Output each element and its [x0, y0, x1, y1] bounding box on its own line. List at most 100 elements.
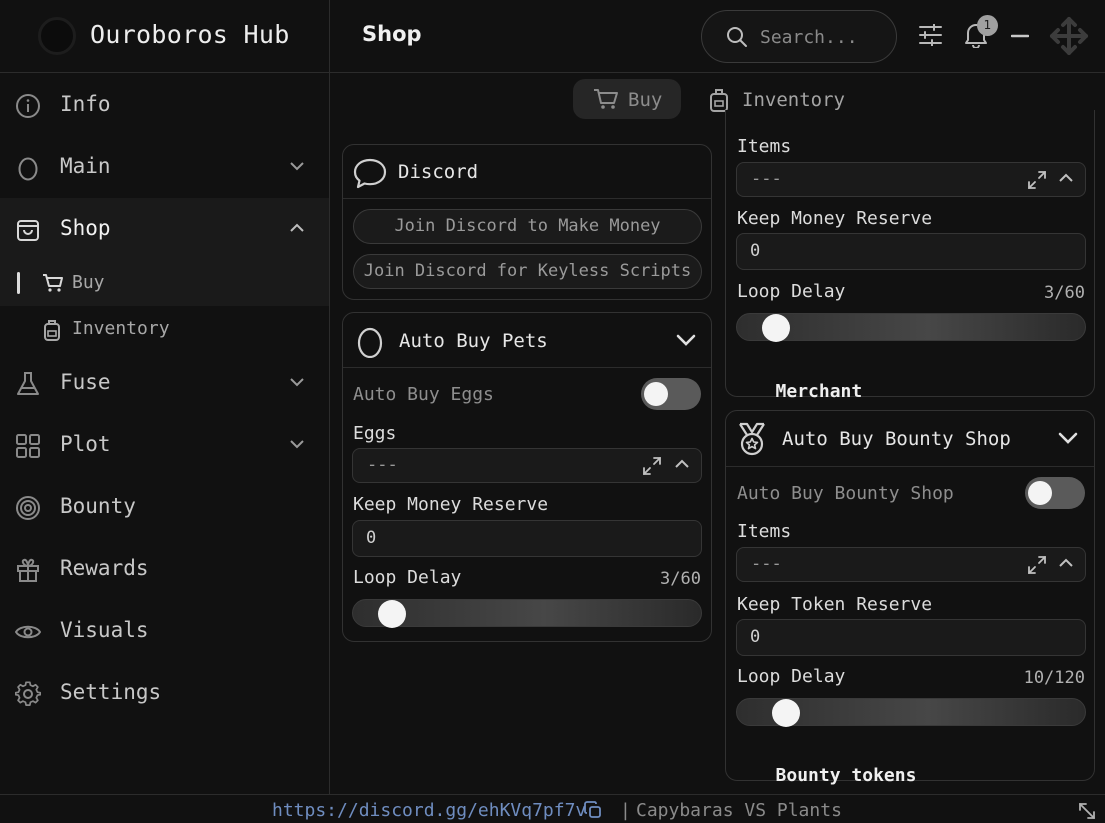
- sidebar: Info Main Shop Buy Inventory Fuse Plot B…: [0, 73, 330, 794]
- sidebar-item-bounty[interactable]: Bounty: [0, 476, 329, 538]
- expand-icon[interactable]: [1026, 554, 1048, 576]
- keep-token-reserve-input-box[interactable]: [736, 619, 1086, 656]
- sidebar-item-label: Info: [60, 92, 111, 116]
- drag-move-icon[interactable]: [1049, 16, 1089, 56]
- discord-invite-link[interactable]: https://discord.gg/ehKVq7pf7v: [272, 800, 586, 821]
- sidebar-item-label: Rewards: [60, 556, 149, 580]
- dropdown-value: ---: [751, 554, 782, 574]
- medal-icon: [736, 422, 768, 456]
- keep-money-reserve-input[interactable]: [366, 528, 566, 548]
- eggs-dropdown[interactable]: ---: [352, 448, 702, 483]
- eggs-label: Eggs: [353, 423, 397, 444]
- minimize-icon[interactable]: [1011, 34, 1029, 38]
- search-icon: [726, 26, 748, 48]
- auto-buy-eggs-label: Auto Buy Eggs: [353, 384, 494, 405]
- toggle-knob: [644, 382, 668, 406]
- tab-buy[interactable]: Buy: [573, 79, 681, 119]
- chat-bubble-icon: [353, 157, 387, 189]
- dropdown-value: ---: [751, 169, 782, 189]
- search-input[interactable]: [760, 25, 880, 49]
- expand-icon[interactable]: [1026, 169, 1048, 191]
- sidebar-header: Ouroboros Hub: [0, 0, 330, 73]
- egg-icon: [356, 326, 384, 358]
- filters-icon[interactable]: [919, 24, 942, 46]
- card-title: Auto Buy Pets: [399, 330, 548, 352]
- copy-icon[interactable]: [584, 801, 602, 819]
- sidebar-item-label: Fuse: [60, 370, 111, 394]
- loop-delay-slider[interactable]: [352, 599, 702, 628]
- sidebar-item-rewards[interactable]: Rewards: [0, 538, 329, 600]
- dropdown-value: ---: [367, 455, 398, 475]
- sidebar-item-visuals[interactable]: Visuals: [0, 600, 329, 662]
- merchant-card: Items --- Keep Money Reserve Loop Delay …: [725, 110, 1095, 444]
- search-box[interactable]: [701, 10, 897, 63]
- chevron-down-icon: [289, 439, 305, 449]
- info-icon: [15, 93, 41, 119]
- resize-icon[interactable]: [1077, 801, 1097, 821]
- bounty-tokens-key: Bounty tokens: [775, 765, 917, 786]
- target-icon: [15, 495, 41, 521]
- merchant-reserve-input-box[interactable]: [736, 233, 1086, 270]
- loop-delay-value: 3/60: [1044, 283, 1085, 303]
- auto-buy-bounty-shop-toggle[interactable]: [1025, 477, 1085, 509]
- sidebar-item-label: Shop: [60, 216, 111, 240]
- slider-knob[interactable]: [762, 314, 790, 342]
- join-discord-keyless-button[interactable]: Join Discord for Keyless Scripts: [353, 254, 702, 289]
- egg-icon: [15, 155, 41, 181]
- footer-separator: |: [620, 800, 631, 821]
- flask-icon: [15, 371, 41, 397]
- expand-icon[interactable]: [641, 455, 663, 477]
- keep-money-reserve-input-box[interactable]: [352, 520, 702, 557]
- items-label: Items: [737, 521, 792, 542]
- loop-delay-label: Loop Delay: [737, 666, 846, 687]
- notification-badge: 1: [977, 15, 998, 36]
- merchant-loop-delay-slider[interactable]: [736, 313, 1086, 342]
- card-title: Auto Buy Bounty Shop: [782, 428, 1011, 450]
- keep-money-reserve-label: Keep Money Reserve: [737, 208, 933, 229]
- bounty-items-dropdown[interactable]: ---: [736, 547, 1086, 582]
- chevron-down-icon: [289, 161, 305, 171]
- chevron-up-icon[interactable]: [674, 458, 690, 470]
- sidebar-item-main[interactable]: Main: [0, 136, 329, 198]
- keep-token-reserve-input[interactable]: [750, 627, 950, 647]
- sidebar-item-label: Plot: [60, 432, 111, 456]
- app-logo: [38, 17, 76, 55]
- merchant-items-dropdown[interactable]: ---: [736, 162, 1086, 197]
- chevron-down-icon[interactable]: [1058, 432, 1078, 444]
- sidebar-item-fuse[interactable]: Fuse: [0, 352, 329, 414]
- slider-knob[interactable]: [772, 699, 800, 727]
- chevron-down-icon[interactable]: [676, 334, 696, 346]
- keep-token-reserve-label: Keep Token Reserve: [737, 594, 933, 615]
- sidebar-item-shop[interactable]: Shop: [0, 198, 329, 260]
- sidebar-item-label: Main: [60, 154, 111, 178]
- eye-icon: [15, 619, 41, 645]
- sidebar-subitem-label: Inventory: [72, 318, 170, 339]
- tab-label: Inventory: [742, 89, 845, 111]
- backpack-icon: [708, 88, 730, 112]
- gear-icon: [15, 681, 41, 707]
- chevron-down-icon: [289, 377, 305, 387]
- chevron-up-icon[interactable]: [1058, 172, 1074, 184]
- sidebar-item-plot[interactable]: Plot: [0, 414, 329, 476]
- sidebar-item-info[interactable]: Info: [0, 74, 329, 136]
- merchant-reserve-input[interactable]: [750, 241, 950, 261]
- sidebar-subitem-inventory[interactable]: Inventory: [0, 306, 329, 352]
- card-header[interactable]: Auto Buy Bounty Shop: [726, 411, 1094, 467]
- bounty-loop-delay-slider[interactable]: [736, 698, 1086, 727]
- loop-delay-value: 3/60: [660, 569, 701, 589]
- loop-delay-label: Loop Delay: [353, 567, 462, 588]
- game-name: Capybaras VS Plants: [636, 800, 842, 821]
- sidebar-subitem-label: Buy: [72, 272, 105, 293]
- cart-icon: [593, 88, 619, 110]
- grid-icon: [15, 433, 41, 459]
- card-title: Discord: [398, 161, 479, 183]
- auto-buy-bounty-shop-label: Auto Buy Bounty Shop: [737, 483, 954, 504]
- card-header[interactable]: Auto Buy Pets: [343, 313, 711, 368]
- auto-buy-eggs-toggle[interactable]: [641, 378, 701, 410]
- sidebar-item-settings[interactable]: Settings: [0, 662, 329, 724]
- chevron-up-icon[interactable]: [1058, 557, 1074, 569]
- join-discord-money-button[interactable]: Join Discord to Make Money: [353, 209, 702, 244]
- sidebar-subitem-buy[interactable]: Buy: [0, 260, 329, 306]
- auto-buy-pets-card: Auto Buy Pets Auto Buy Eggs Eggs --- Kee…: [342, 312, 712, 642]
- slider-knob[interactable]: [378, 600, 406, 628]
